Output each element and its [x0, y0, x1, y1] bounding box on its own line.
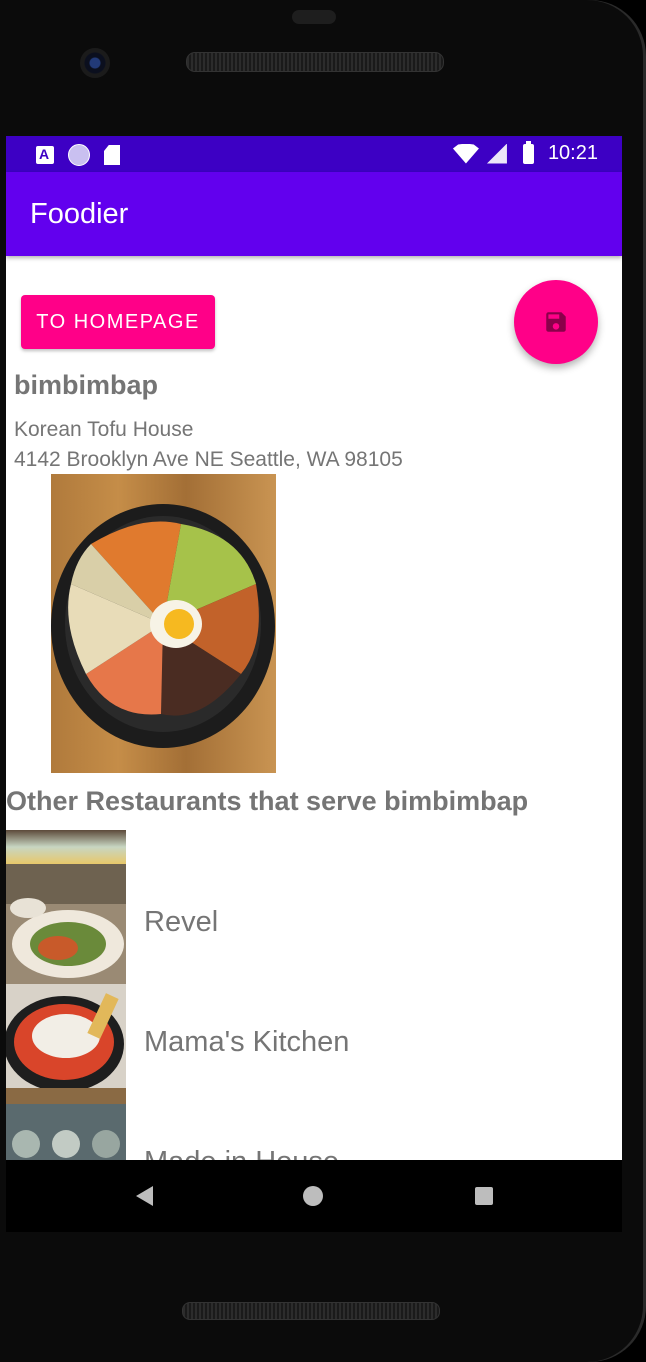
list-item-mamas-kitchen[interactable]: Mama's Kitchen: [6, 984, 622, 1104]
restaurant-thumbnail: [6, 984, 126, 1104]
sync-circle-icon: [68, 144, 90, 166]
back-icon[interactable]: [136, 1186, 153, 1206]
recents-icon[interactable]: [475, 1187, 493, 1205]
cell-signal-icon: [486, 143, 507, 164]
dish-name: bimbimbap: [14, 370, 159, 400]
app-title: Foodier: [30, 198, 129, 230]
save-icon: [546, 312, 566, 332]
restaurant-thumbnail: [6, 1104, 126, 1160]
list-item-label: Made in House: [144, 1146, 339, 1160]
list-item-made-in-house[interactable]: Made in House: [6, 1104, 622, 1160]
restaurant-thumbnail: [6, 864, 126, 984]
other-restaurants-heading: Other Restaurants that serve bimbimbap: [6, 786, 529, 816]
a-notification-icon: [36, 146, 54, 164]
battery-icon: [522, 140, 534, 164]
restaurant-name: Korean Tofu House: [14, 418, 194, 441]
navigation-bar: [6, 1160, 622, 1232]
restaurant-address: 4142 Brooklyn Ave NE Seattle, WA 98105: [14, 448, 403, 471]
earpiece-speaker: [186, 52, 444, 72]
home-icon[interactable]: [303, 1186, 323, 1206]
app-bar: Foodier: [6, 172, 622, 256]
sd-card-icon: [104, 145, 120, 165]
status-bar: 10:21: [6, 136, 622, 172]
bibimbap-illustration: [51, 504, 275, 748]
bottom-speaker: [182, 1302, 440, 1320]
list-item-label: Revel: [144, 906, 219, 938]
to-homepage-button[interactable]: TO HOMEPAGE: [21, 295, 215, 349]
wifi-icon: [452, 143, 479, 164]
sensor: [292, 10, 336, 24]
list-item-label: Mama's Kitchen: [144, 1026, 350, 1058]
save-fab-button[interactable]: [514, 280, 598, 364]
restaurant-thumbnail: [6, 830, 126, 864]
list-item-revel[interactable]: Revel: [6, 864, 622, 984]
bibimbap-photo: [51, 474, 276, 773]
to-homepage-label: TO HOMEPAGE: [36, 310, 200, 333]
clock: 10:21: [547, 142, 598, 164]
screen: 10:21 Foodier TO HOMEPAGE bimbimbap Kore…: [6, 136, 622, 1160]
front-camera: [80, 48, 110, 78]
